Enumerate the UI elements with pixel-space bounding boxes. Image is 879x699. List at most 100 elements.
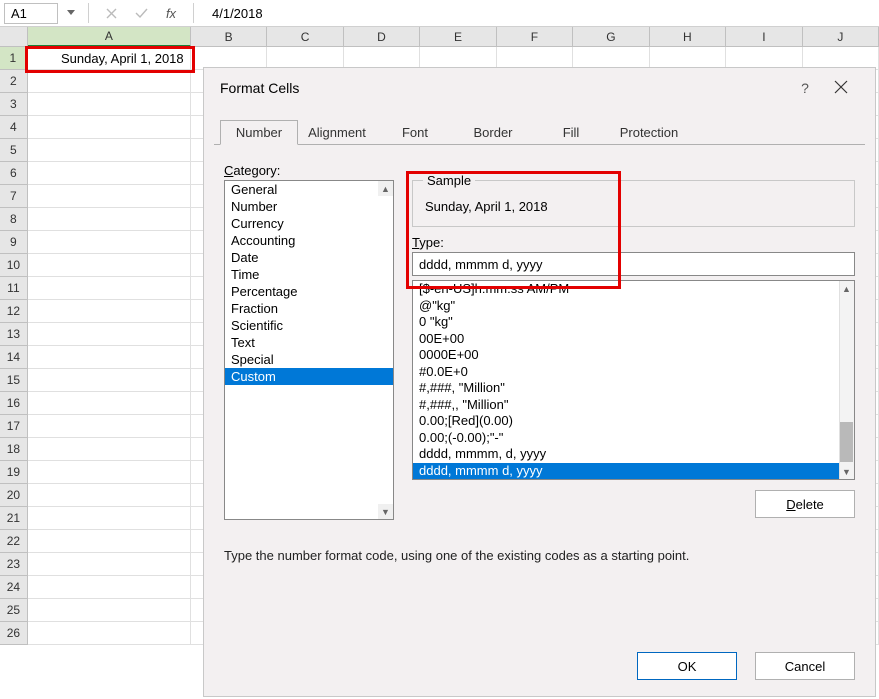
cell[interactable] (28, 70, 191, 93)
name-box[interactable]: A1 (4, 3, 58, 24)
row-header[interactable]: 16 (0, 392, 28, 415)
category-item[interactable]: Text (225, 334, 393, 351)
format-code-item[interactable]: dddd, mmmm d, yyyy (413, 463, 839, 480)
cell[interactable]: Sunday, April 1, 2018 (28, 47, 191, 70)
row-header[interactable]: 26 (0, 622, 28, 645)
cell[interactable] (28, 277, 191, 300)
category-item[interactable]: Currency (225, 215, 393, 232)
column-header[interactable]: G (573, 27, 649, 47)
row-header[interactable]: 4 (0, 116, 28, 139)
tab-protection[interactable]: Protection (610, 120, 688, 145)
category-item[interactable]: General (225, 181, 393, 198)
format-code-item[interactable]: #0.0E+0 (413, 364, 839, 381)
cell[interactable] (28, 346, 191, 369)
column-header[interactable]: C (267, 27, 343, 47)
row-header[interactable]: 1 (0, 47, 28, 70)
cell[interactable] (28, 185, 191, 208)
delete-button[interactable]: Delete (755, 490, 855, 518)
row-header[interactable]: 13 (0, 323, 28, 346)
scroll-down-icon[interactable]: ▼ (839, 464, 854, 479)
type-input[interactable] (412, 252, 855, 276)
cell[interactable] (28, 484, 191, 507)
row-header[interactable]: 17 (0, 415, 28, 438)
scroll-up-icon[interactable]: ▲ (378, 181, 393, 196)
column-header[interactable]: E (420, 27, 496, 47)
row-header[interactable]: 8 (0, 208, 28, 231)
cell[interactable] (28, 553, 191, 576)
row-header[interactable]: 15 (0, 369, 28, 392)
help-button[interactable]: ? (787, 80, 823, 96)
row-header[interactable]: 9 (0, 231, 28, 254)
format-code-item[interactable]: 0000E+00 (413, 347, 839, 364)
cell[interactable] (28, 323, 191, 346)
tab-border[interactable]: Border (454, 120, 532, 145)
scrollbar-thumb[interactable] (840, 422, 853, 462)
name-box-dropdown[interactable] (64, 3, 78, 24)
row-header[interactable]: 12 (0, 300, 28, 323)
tab-number[interactable]: Number (220, 120, 298, 145)
category-item[interactable]: Percentage (225, 283, 393, 300)
row-header[interactable]: 5 (0, 139, 28, 162)
format-code-listbox[interactable]: [$-en-US]h:mm:ss AM/PM@"kg"0 "kg"00E+000… (412, 280, 855, 480)
cell[interactable] (28, 507, 191, 530)
row-header[interactable]: 11 (0, 277, 28, 300)
cancel-button[interactable]: Cancel (755, 652, 855, 680)
row-header[interactable]: 18 (0, 438, 28, 461)
category-item[interactable]: Custom (225, 368, 393, 385)
row-header[interactable]: 7 (0, 185, 28, 208)
select-all-corner[interactable] (0, 27, 28, 47)
confirm-edit-icon[interactable] (129, 2, 153, 24)
column-header[interactable]: B (191, 27, 267, 47)
row-header[interactable]: 10 (0, 254, 28, 277)
category-item[interactable]: Scientific (225, 317, 393, 334)
format-code-item[interactable]: 00E+00 (413, 331, 839, 348)
row-header[interactable]: 19 (0, 461, 28, 484)
formula-input[interactable]: 4/1/2018 (204, 3, 875, 24)
row-header[interactable]: 23 (0, 553, 28, 576)
cell[interactable] (28, 93, 191, 116)
cell[interactable] (28, 116, 191, 139)
column-header[interactable]: D (344, 27, 420, 47)
tab-font[interactable]: Font (376, 120, 454, 145)
format-code-item[interactable]: dddd, mmmm, d, yyyy (413, 446, 839, 463)
cell[interactable] (28, 461, 191, 484)
scroll-down-icon[interactable]: ▼ (378, 504, 393, 519)
column-header[interactable]: H (650, 27, 726, 47)
format-code-item[interactable]: #,###,, "Million" (413, 397, 839, 414)
column-header[interactable]: F (497, 27, 573, 47)
cell[interactable] (28, 231, 191, 254)
close-button[interactable] (823, 80, 859, 97)
cell[interactable] (28, 208, 191, 231)
cell[interactable] (28, 599, 191, 622)
row-header[interactable]: 22 (0, 530, 28, 553)
category-item[interactable]: Time (225, 266, 393, 283)
ok-button[interactable]: OK (637, 652, 737, 680)
column-header[interactable]: J (803, 27, 879, 47)
row-header[interactable]: 14 (0, 346, 28, 369)
tab-fill[interactable]: Fill (532, 120, 610, 145)
row-header[interactable]: 2 (0, 70, 28, 93)
category-item[interactable]: Number (225, 198, 393, 215)
category-item[interactable]: Date (225, 249, 393, 266)
format-code-item[interactable]: [$-en-US]h:mm:ss AM/PM (413, 281, 839, 298)
row-header[interactable]: 6 (0, 162, 28, 185)
cell[interactable] (28, 162, 191, 185)
column-header[interactable]: I (726, 27, 802, 47)
cell[interactable] (28, 622, 191, 645)
row-header[interactable]: 24 (0, 576, 28, 599)
row-header[interactable]: 20 (0, 484, 28, 507)
format-code-item[interactable]: #,###, "Million" (413, 380, 839, 397)
column-header[interactable]: A (28, 27, 191, 47)
format-code-item[interactable]: @"kg" (413, 298, 839, 315)
category-listbox[interactable]: ▲ GeneralNumberCurrencyAccountingDateTim… (224, 180, 394, 520)
format-code-item[interactable]: 0.00;[Red](0.00) (413, 413, 839, 430)
cell[interactable] (28, 254, 191, 277)
category-item[interactable]: Accounting (225, 232, 393, 249)
row-header[interactable]: 25 (0, 599, 28, 622)
cell[interactable] (28, 369, 191, 392)
cell[interactable] (28, 300, 191, 323)
category-item[interactable]: Fraction (225, 300, 393, 317)
cell[interactable] (28, 438, 191, 461)
cell[interactable] (28, 139, 191, 162)
row-header[interactable]: 3 (0, 93, 28, 116)
